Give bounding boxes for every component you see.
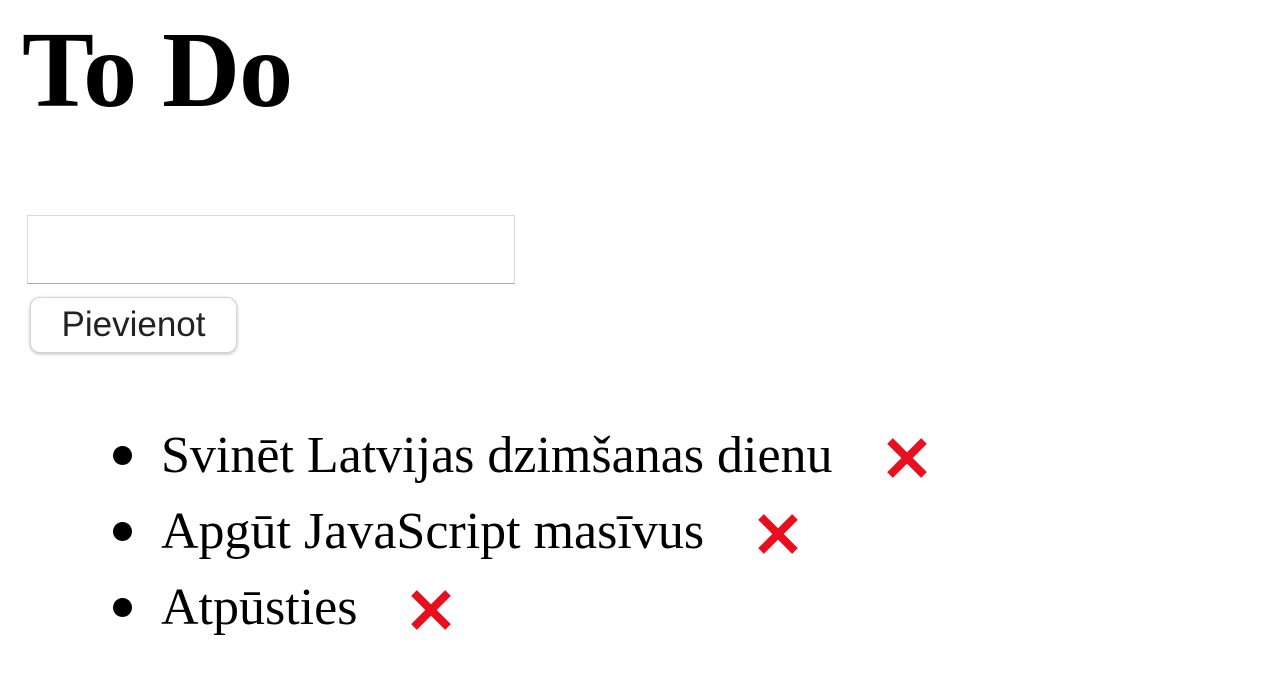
todo-item: Atpūsties — [0, 570, 930, 646]
cross-icon[interactable] — [884, 435, 930, 481]
todo-list: Svinēt Latvijas dzimšanas dienu Apgūt Ja… — [0, 418, 930, 646]
cross-icon[interactable] — [408, 587, 454, 633]
add-task-button[interactable]: Pievienot — [30, 297, 237, 353]
todo-item-text: Apgūt JavaScript masīvus — [161, 503, 705, 560]
bullet-icon — [113, 522, 132, 541]
todo-page: To Do Pievienot Svinēt Latvijas dzimšana… — [0, 0, 1280, 686]
bullet-icon — [113, 598, 132, 617]
todo-item: Svinēt Latvijas dzimšanas dienu — [0, 418, 930, 494]
todo-item-text: Svinēt Latvijas dzimšanas dienu — [161, 427, 833, 484]
bullet-icon — [113, 446, 132, 465]
cross-icon[interactable] — [755, 511, 801, 557]
todo-item-text: Atpūsties — [161, 579, 358, 636]
new-task-input[interactable] — [27, 215, 515, 284]
todo-item: Apgūt JavaScript masīvus — [0, 494, 930, 570]
page-title: To Do — [22, 11, 293, 130]
